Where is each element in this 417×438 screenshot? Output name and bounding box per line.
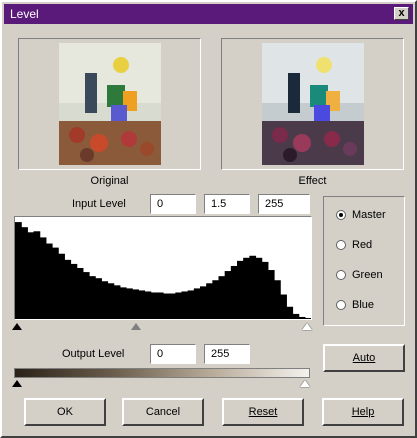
histogram-bar [33, 231, 41, 319]
radio-red-label: Red [352, 239, 373, 251]
auto-button[interactable]: Auto [323, 344, 405, 372]
histogram-bar [267, 270, 275, 319]
radio-green-dot[interactable] [336, 270, 346, 280]
cancel-button-label: Cancel [145, 406, 181, 418]
histogram-bar [292, 313, 300, 319]
input-level-white-field[interactable]: 255 [258, 194, 310, 214]
histogram-bar [82, 272, 90, 319]
histogram-bar [156, 292, 164, 319]
histogram-plot [15, 222, 312, 319]
histogram-bar [150, 292, 158, 319]
histogram-bar [95, 278, 102, 319]
histogram-bar [119, 287, 127, 319]
histogram-bar [200, 286, 207, 319]
histogram-bar [218, 276, 226, 319]
help-button-label: Help [351, 406, 375, 418]
histogram-bar [27, 232, 35, 319]
effect-image [262, 43, 364, 165]
histogram-bar [187, 290, 195, 319]
title-bar[interactable]: Level x [4, 4, 413, 24]
histogram-bar [64, 259, 72, 319]
ok-button-label: OK [57, 406, 73, 418]
histogram-bar [76, 268, 84, 319]
close-button[interactable]: x [394, 7, 409, 20]
histogram-bar [21, 227, 28, 319]
histogram-bar [15, 222, 22, 319]
radio-red-dot[interactable] [336, 240, 346, 250]
histogram-bar [113, 285, 121, 319]
radio-master-dot[interactable] [336, 210, 346, 220]
histogram-bar [224, 271, 232, 319]
input-level-black-field[interactable]: 0 [150, 194, 196, 214]
original-image [59, 43, 161, 165]
histogram-bar [45, 243, 53, 319]
histogram-bar [286, 306, 294, 319]
histogram [14, 216, 312, 320]
histogram-bar [304, 317, 312, 319]
histogram-bar [138, 290, 146, 319]
radio-blue-label: Blue [352, 299, 375, 311]
histogram-bar [89, 276, 96, 319]
input-level-gamma-field[interactable]: 1.5 [204, 194, 250, 214]
cancel-button[interactable]: Cancel [122, 398, 204, 426]
radio-green-label: Green [352, 269, 383, 281]
histogram-bar [249, 255, 257, 319]
input-gamma-slider[interactable] [131, 323, 141, 330]
input-black-slider[interactable] [12, 323, 22, 330]
histogram-bar [181, 291, 189, 319]
reset-button[interactable]: Reset [222, 398, 304, 426]
input-white-slider[interactable] [302, 323, 312, 330]
output-gradient-bar [14, 368, 310, 378]
histogram-bar [101, 281, 109, 319]
original-preview [18, 38, 201, 170]
output-level-label: Output Level [62, 348, 125, 360]
histogram-bar [237, 260, 244, 319]
channel-group: Master Red Green Blue [323, 196, 405, 326]
window-title: Level [10, 7, 39, 21]
histogram-bar [243, 257, 250, 319]
histogram-bar [144, 291, 152, 319]
ok-button[interactable]: OK [24, 398, 106, 426]
histogram-bar [212, 280, 220, 319]
original-caption: Original [90, 175, 129, 187]
histogram-bar [255, 257, 263, 319]
histogram-bar [298, 316, 306, 319]
histogram-bar [169, 293, 176, 319]
histogram-bar [206, 283, 213, 319]
effect-preview [221, 38, 404, 170]
histogram-bar [132, 289, 139, 319]
histogram-bar [175, 292, 183, 319]
histogram-bar [70, 263, 78, 319]
help-button[interactable]: Help [322, 398, 404, 426]
histogram-bar [52, 247, 59, 319]
input-level-label: Input Level [72, 198, 126, 210]
histogram-bar [230, 265, 238, 319]
output-black-slider[interactable] [12, 380, 22, 387]
effect-caption: Effect [298, 175, 327, 187]
radio-master-label: Master [352, 209, 386, 221]
histogram-bar [274, 280, 281, 319]
histogram-bar [126, 288, 133, 319]
histogram-bar [107, 283, 115, 319]
histogram-bar [58, 253, 65, 319]
histogram-bar [193, 288, 201, 319]
histogram-bar [39, 237, 47, 319]
histogram-bar [261, 261, 269, 319]
output-level-white-field[interactable]: 255 [204, 344, 250, 364]
reset-button-label: Reset [248, 406, 278, 418]
output-level-black-field[interactable]: 0 [150, 344, 196, 364]
radio-blue-dot[interactable] [336, 300, 346, 310]
auto-button-label: Auto [352, 352, 376, 364]
output-white-slider[interactable] [300, 380, 310, 387]
histogram-bar [163, 293, 170, 319]
histogram-bar [280, 294, 287, 319]
